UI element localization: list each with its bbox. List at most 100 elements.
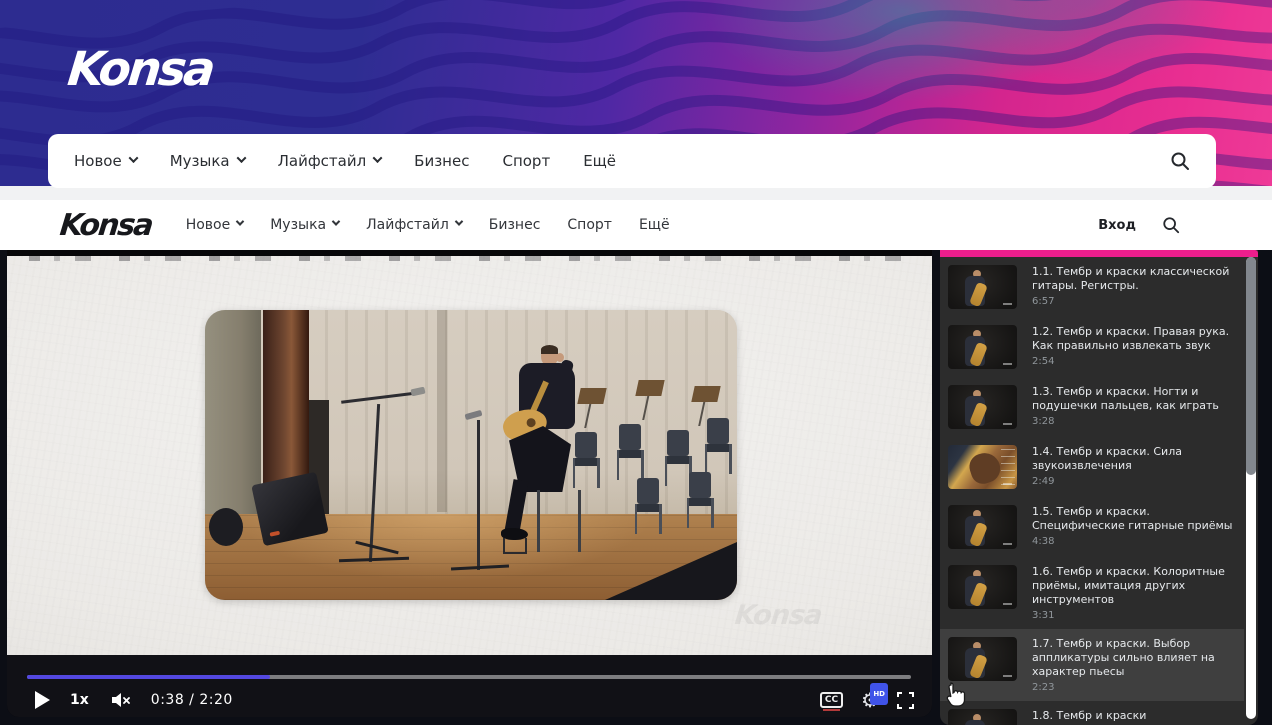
chair-legs	[537, 490, 581, 552]
nav-label: Бизнес	[414, 152, 469, 170]
play-button[interactable]	[35, 691, 50, 709]
playlist-item[interactable]: 1.5. Тембр и краски. Специфические гитар…	[940, 497, 1244, 557]
nav-label: Бизнес	[489, 217, 541, 233]
nav-item-music[interactable]: Музыка	[270, 217, 339, 233]
nav-item-new[interactable]: Новое	[74, 152, 137, 170]
site-logo[interactable]: Konsa	[65, 42, 215, 97]
video-frame: Konsa	[7, 256, 932, 655]
cropped-text-strip	[29, 256, 910, 261]
main-content: Konsa 1x 0:38 / 2:20 CC ⚙HD	[0, 250, 1272, 725]
nav-label: Ещё	[639, 217, 670, 233]
nav-item-business[interactable]: Бизнес	[489, 217, 541, 233]
chair	[687, 472, 715, 528]
fullscreen-icon[interactable]	[897, 692, 914, 709]
nav-label: Спорт	[502, 152, 550, 170]
mute-icon[interactable]	[111, 692, 131, 708]
music-stand	[635, 380, 664, 396]
nav-item-more[interactable]: Ещё	[583, 152, 616, 170]
playlist-item-title[interactable]: 1.7. Тембр и краски. Выбор аппликатуры с…	[1032, 637, 1238, 679]
video-thumbnail[interactable]	[948, 385, 1017, 429]
playlist-panel: 1.1. Тембр и краски классической гитары.…	[940, 250, 1258, 725]
playlist-item-duration: 3:31	[1032, 610, 1238, 621]
hd-quality-badge: HD	[870, 683, 888, 705]
video-player[interactable]: Konsa 1x 0:38 / 2:20 CC ⚙HD	[7, 250, 932, 717]
guitarist-hand	[556, 353, 564, 362]
playlist-item-title[interactable]: 1.2. Тембр и краски. Правая рука. Как пр…	[1032, 325, 1238, 353]
scrollbar-thumb[interactable]	[1246, 257, 1256, 475]
chair	[635, 478, 663, 534]
captions-button[interactable]: CC	[820, 692, 843, 708]
playlist-item-title[interactable]: 1.4. Тембр и краски. Сила звукоизвлечени…	[1032, 445, 1238, 473]
playlist-item[interactable]: 1.1. Тембр и краски классической гитары.…	[940, 257, 1244, 317]
page: Konsa Новое Музыка Лайфстайл Бизнес Спор…	[0, 0, 1272, 725]
chair	[617, 424, 645, 480]
video-thumbnail[interactable]	[948, 709, 1017, 725]
chevron-down-icon	[373, 153, 383, 163]
playlist-item-title[interactable]: 1.8. Тембр и краски	[1032, 709, 1146, 723]
chevron-down-icon	[332, 217, 340, 225]
time-display: 0:38 / 2:20	[151, 692, 233, 708]
playlist-item[interactable]: 1.6. Тембр и краски. Колоритные приёмы, …	[940, 557, 1244, 629]
nav-item-lifestyle[interactable]: Лайфстайл	[366, 217, 462, 233]
search-icon[interactable]	[1170, 151, 1190, 171]
playlist: 1.1. Тембр и краски классической гитары.…	[940, 257, 1244, 725]
playlist-item-hovered[interactable]: 1.7. Тембр и краски. Выбор аппликатуры с…	[940, 629, 1244, 701]
settings-gear-icon[interactable]: ⚙HD	[861, 690, 879, 710]
nav-item-sport[interactable]: Спорт	[502, 152, 550, 170]
playlist-accent-bar	[940, 250, 1258, 257]
nav-item-lifestyle[interactable]: Лайфстайл	[278, 152, 382, 170]
playlist-item-duration: 6:57	[1032, 296, 1238, 307]
nav-label: Спорт	[567, 217, 612, 233]
playlist-item-duration: 4:38	[1032, 536, 1238, 547]
video-thumbnail[interactable]	[948, 265, 1017, 309]
scrollbar-track[interactable]	[1246, 257, 1256, 719]
chevron-down-icon	[128, 153, 138, 163]
footstool	[503, 538, 527, 554]
seek-bar-fill	[27, 675, 270, 679]
playlist-item-title[interactable]: 1.1. Тембр и краски классической гитары.…	[1032, 265, 1238, 293]
nav-item-sport[interactable]: Спорт	[567, 217, 612, 233]
nav-label: Музыка	[170, 152, 230, 170]
playlist-item[interactable]: 1.3. Тембр и краски. Ногти и подушечки п…	[940, 377, 1244, 437]
nav-item-music[interactable]: Музыка	[170, 152, 245, 170]
guitarist	[501, 340, 597, 556]
chair	[705, 418, 733, 474]
nav-item-new[interactable]: Новое	[186, 217, 244, 233]
nav-label: Новое	[186, 217, 231, 233]
playback-speed-button[interactable]: 1x	[70, 692, 89, 708]
chevron-down-icon	[236, 217, 244, 225]
video-thumbnail[interactable]	[948, 505, 1017, 549]
playlist-item-duration: 3:28	[1032, 416, 1238, 427]
playlist-item-title[interactable]: 1.3. Тембр и краски. Ногти и подушечки п…	[1032, 385, 1238, 413]
video-thumbnail[interactable]	[948, 565, 1017, 609]
login-button[interactable]: Вход	[1098, 218, 1136, 233]
nav-label: Лайфстайл	[278, 152, 367, 170]
playlist-item-title[interactable]: 1.6. Тембр и краски. Колоритные приёмы, …	[1032, 565, 1238, 607]
playlist-item[interactable]: 1.2. Тембр и краски. Правая рука. Как пр…	[940, 317, 1244, 377]
video-thumbnail[interactable]	[948, 445, 1017, 489]
mic-stand-2	[477, 420, 480, 570]
primary-navbar: Новое Музыка Лайфстайл Бизнес Спорт Ещё	[48, 134, 1216, 188]
site-logo-small[interactable]: Konsa	[58, 208, 153, 243]
seek-bar[interactable]	[27, 675, 911, 679]
playlist-item-duration: 2:23	[1032, 682, 1238, 693]
search-icon[interactable]	[1162, 216, 1180, 234]
playlist-item[interactable]: 1.8. Тембр и краски	[940, 701, 1244, 725]
playlist-item[interactable]: 1.4. Тембр и краски. Сила звукоизвлечени…	[940, 437, 1244, 497]
concert-photo	[205, 310, 737, 600]
video-thumbnail[interactable]	[948, 637, 1017, 681]
nav-item-business[interactable]: Бизнес	[414, 152, 469, 170]
music-stand	[691, 386, 720, 402]
video-thumbnail[interactable]	[948, 325, 1017, 369]
guitarist-shin	[505, 479, 529, 533]
player-controls: 1x 0:38 / 2:20 CC ⚙HD	[7, 655, 932, 717]
playlist-item-title[interactable]: 1.5. Тембр и краски. Специфические гитар…	[1032, 505, 1238, 533]
nav-item-more[interactable]: Ещё	[639, 217, 670, 233]
nav-label: Новое	[74, 152, 122, 170]
orchestra-chairs	[573, 406, 737, 562]
chevron-down-icon	[236, 153, 246, 163]
divider-band	[0, 186, 1272, 200]
nav-label: Музыка	[270, 217, 326, 233]
cable-coil	[209, 508, 243, 546]
playlist-item-duration: 2:49	[1032, 476, 1238, 487]
